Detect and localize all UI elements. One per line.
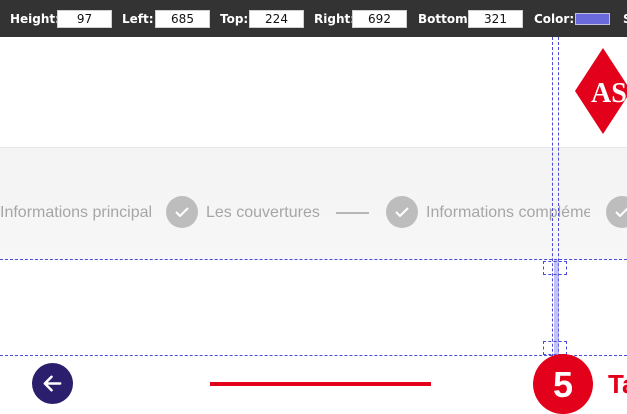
step-label-informations-complementaires: Informations complémentaires bbox=[426, 204, 590, 221]
measure-handle-bottom[interactable] bbox=[543, 341, 567, 355]
back-button[interactable] bbox=[32, 363, 73, 404]
measure-toolbar: Height: Left: Top: Right: Bottom: Color:… bbox=[0, 0, 627, 37]
site-header bbox=[0, 37, 627, 147]
brand-logo[interactable]: AS bbox=[573, 46, 627, 136]
cut-label: S bbox=[623, 12, 627, 26]
measure-handle-top[interactable] bbox=[543, 261, 567, 275]
top-input[interactable] bbox=[249, 10, 304, 28]
logo-text: AS bbox=[591, 78, 627, 109]
step-title: Ta bbox=[608, 369, 627, 399]
left-input[interactable] bbox=[155, 10, 210, 28]
current-step-badge: 5 bbox=[533, 354, 593, 414]
progress-line bbox=[210, 382, 431, 386]
bottom-input[interactable] bbox=[468, 10, 523, 28]
height-label: Height: bbox=[10, 12, 60, 26]
right-label: Right: bbox=[314, 12, 356, 26]
bottom-label: Bottom: bbox=[418, 12, 473, 26]
right-input[interactable] bbox=[352, 10, 407, 28]
step-check-icon bbox=[606, 196, 627, 228]
guide-line-bottom bbox=[0, 355, 627, 356]
step-separator bbox=[336, 212, 369, 214]
guide-line-top bbox=[0, 259, 627, 260]
color-label: Color: bbox=[534, 12, 575, 26]
height-input[interactable] bbox=[57, 10, 112, 28]
progress-stepper: Informations principales Les couvertures… bbox=[0, 147, 627, 260]
arrow-left-icon bbox=[43, 375, 62, 392]
step-check-icon bbox=[166, 196, 198, 228]
step-label-informations-principales: Informations principales bbox=[0, 204, 151, 221]
top-label: Top: bbox=[220, 12, 249, 26]
step-label-les-couvertures: Les couvertures bbox=[206, 204, 320, 221]
step-check-icon bbox=[386, 196, 418, 228]
left-label: Left: bbox=[122, 12, 154, 26]
step-number: 5 bbox=[552, 364, 574, 405]
color-swatch[interactable] bbox=[575, 13, 610, 25]
